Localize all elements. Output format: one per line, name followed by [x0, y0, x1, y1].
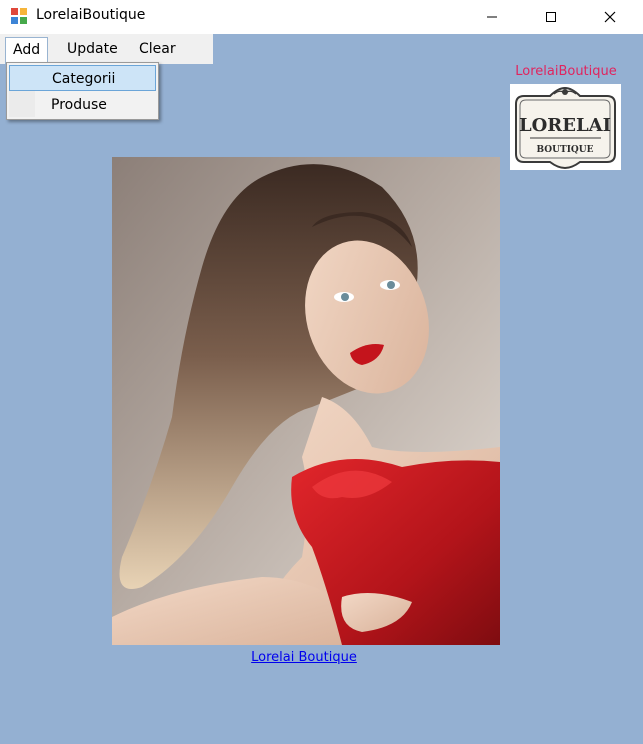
- brand-caption: LorelaiBoutique: [515, 64, 617, 79]
- menu-bar: Add Update Clear: [0, 34, 213, 64]
- model-photo: [112, 157, 500, 645]
- minimize-button[interactable]: [469, 0, 515, 34]
- app-icon: [11, 8, 27, 24]
- menu-item-produse[interactable]: Produse: [9, 92, 156, 118]
- close-icon: [604, 11, 616, 23]
- add-dropdown-menu: Categorii Produse: [6, 62, 159, 120]
- close-button[interactable]: [587, 0, 633, 34]
- maximize-icon: [546, 12, 556, 22]
- menu-add[interactable]: Add: [5, 37, 49, 64]
- logo-image: LORELAI BOUTIQUE: [510, 84, 621, 170]
- maximize-button[interactable]: [528, 0, 574, 34]
- logo-subtext: BOUTIQUE: [537, 145, 594, 155]
- minimize-icon: [487, 16, 497, 18]
- window-title: LorelaiBoutique: [36, 7, 146, 23]
- title-bar: LorelaiBoutique: [0, 0, 643, 34]
- menu-clear[interactable]: Clear: [132, 37, 183, 61]
- menu-update[interactable]: Update: [60, 37, 125, 61]
- brand-logo: LORELAI BOUTIQUE: [510, 84, 621, 170]
- lorelai-boutique-link[interactable]: Lorelai Boutique: [222, 650, 386, 665]
- logo-text: LORELAI: [519, 115, 611, 136]
- menu-item-categorii[interactable]: Categorii: [9, 65, 156, 91]
